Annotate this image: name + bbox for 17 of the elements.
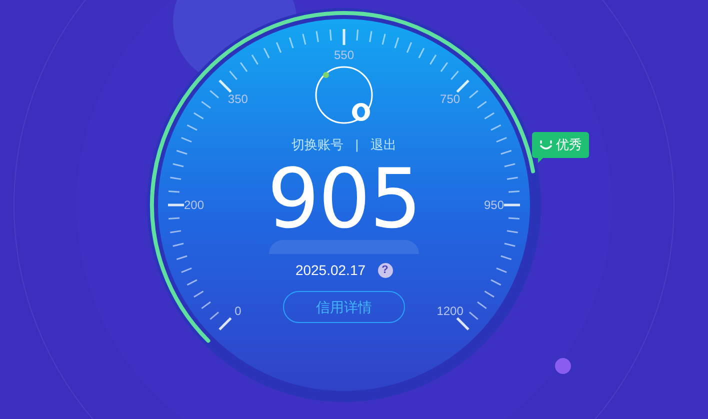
scale-label: 550: [334, 48, 354, 62]
badge-pointer: [538, 158, 543, 163]
rating-badge: 优秀: [532, 132, 589, 158]
scale-label: 950: [484, 198, 504, 212]
logout-link[interactable]: 退出: [370, 135, 397, 155]
separator: |: [355, 136, 359, 154]
scale-label: 1200: [436, 304, 464, 318]
decorative-dot: [555, 358, 571, 374]
score-date: 2025.02.17: [295, 261, 366, 280]
scale-label: 200: [184, 198, 204, 212]
switch-account-link[interactable]: 切换账号: [291, 135, 344, 155]
credit-score: 905: [267, 158, 421, 242]
credit-details-button[interactable]: 信用详情: [283, 291, 405, 323]
scale-label: 0: [234, 304, 242, 318]
scale-label: 350: [228, 92, 248, 106]
scale-label: 750: [440, 92, 460, 106]
smile-icon: [539, 139, 553, 151]
